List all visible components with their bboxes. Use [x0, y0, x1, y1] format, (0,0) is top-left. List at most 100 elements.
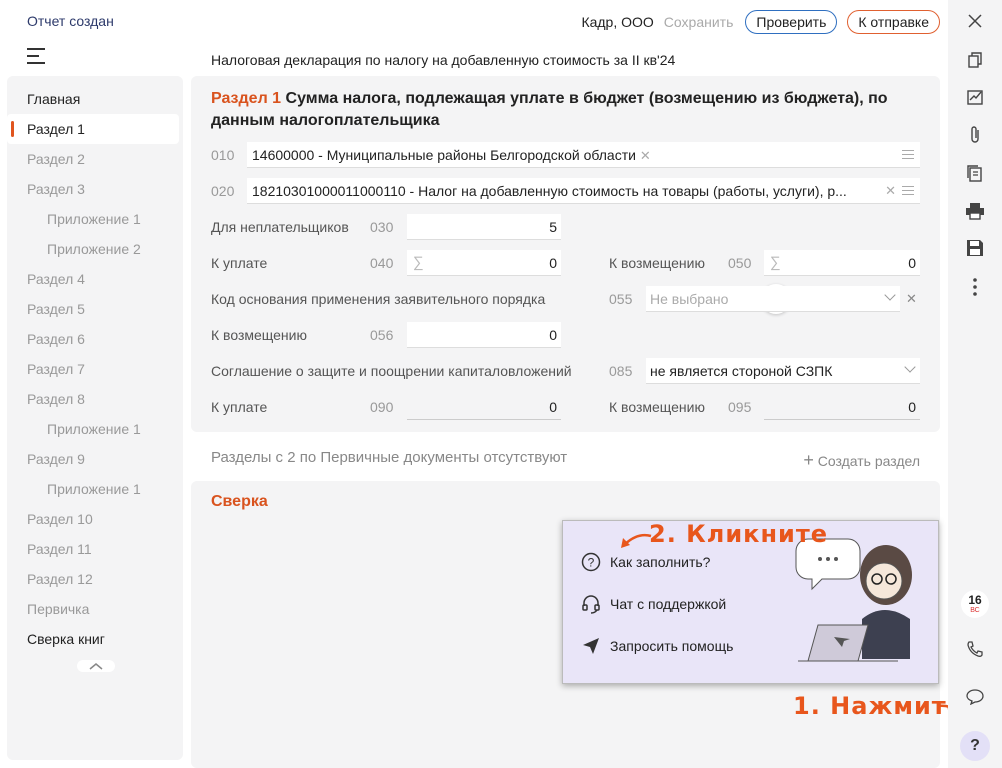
how-to-fill-label: Как заполнить? [610, 554, 711, 570]
support-chat-item[interactable]: Чат с поддержкой [580, 593, 726, 615]
field-056-input[interactable]: 0 [407, 322, 561, 348]
right-rail [948, 0, 1002, 768]
support-operator-illustration [795, 538, 912, 662]
support-chat-label: Чат с поддержкой [610, 596, 727, 612]
field-020-code: 020 [211, 183, 235, 199]
save-icon [967, 240, 983, 256]
sidebar-item[interactable]: Раздел 10 [7, 504, 183, 534]
sidebar-item[interactable]: Главная [7, 84, 183, 114]
chart-doc-button[interactable] [960, 82, 990, 112]
field-085-label: Соглашение о защите и поощрении капитало… [211, 363, 572, 379]
sidebar-item[interactable]: Раздел 4 [7, 264, 183, 294]
close-button[interactable] [960, 6, 990, 36]
sidebar-item[interactable]: Раздел 3 [7, 174, 183, 204]
headset-icon [580, 593, 602, 615]
check-button[interactable]: Проверить [745, 10, 838, 34]
chevron-up-icon [89, 663, 103, 670]
declaration-title: Налоговая декларация по налогу на добавл… [211, 52, 676, 68]
field-055-label: Код основания применения заявительного п… [211, 291, 546, 307]
sidebar-item[interactable]: Приложение 2 [7, 234, 183, 264]
field-010-input[interactable]: 14600000 - Муниципальные районы Белгород… [247, 142, 920, 168]
sidebar-item[interactable]: Раздел 1 [7, 114, 179, 144]
close-icon [968, 14, 982, 28]
sidebar-item[interactable]: Раздел 5 [7, 294, 183, 324]
field-055-placeholder: Не выбрано [650, 291, 729, 307]
question-circle-icon: ? [580, 551, 602, 573]
section1-number: Раздел 1 [211, 90, 282, 107]
more-button[interactable] [960, 272, 990, 302]
how-to-fill-item[interactable]: ? Как заполнить? [580, 551, 710, 573]
clear-icon[interactable]: ✕ [885, 178, 896, 203]
field-050-input[interactable]: ∑ 0 [764, 250, 920, 276]
field-020-input[interactable]: 18210301000011000110 - Налог на добавлен… [247, 178, 920, 204]
field-030-input[interactable]: 5 [407, 214, 561, 240]
field-040-label: К уплате [211, 255, 268, 271]
phone-button[interactable] [960, 634, 990, 664]
date-day: 16 [968, 593, 982, 607]
clear-icon[interactable]: ✕ [906, 291, 917, 307]
field-085-select[interactable]: не является стороной СЗПК [646, 358, 920, 384]
field-090-label: К уплате [211, 399, 268, 415]
collapse-sidebar-button[interactable] [77, 660, 115, 672]
chart-document-icon [967, 90, 983, 105]
field-010-code: 010 [211, 147, 235, 163]
field-010-value: 14600000 - Муниципальные районы Белгород… [252, 147, 636, 163]
sidebar-item[interactable]: Приложение 1 [7, 474, 183, 504]
documents-button[interactable] [960, 158, 990, 188]
field-020-value: 18210301000011000110 - Налог на добавлен… [252, 183, 847, 199]
hamburger-menu-icon[interactable] [27, 48, 47, 66]
help-button[interactable]: ? [960, 731, 990, 761]
clear-icon[interactable]: ✕ [640, 148, 651, 163]
svg-text:?: ? [588, 556, 595, 570]
top-bar: Отчет создан Кадр, ООО Сохранить Провери… [0, 0, 948, 44]
sidebar-nav: Главная Раздел 1 Раздел 2 Раздел 3 Приложени… [7, 84, 183, 654]
field-040-input[interactable]: ∑ 0 [407, 250, 561, 276]
field-090-value: 0 [549, 399, 557, 415]
copy-button[interactable] [960, 45, 990, 75]
save-disk-button[interactable] [960, 233, 990, 263]
field-055-code: 055 [609, 291, 633, 307]
field-050-code: 050 [728, 255, 752, 271]
sidebar-item[interactable]: Раздел 7 [7, 354, 183, 384]
sidebar-item[interactable]: Раздел 9 [7, 444, 183, 474]
send-button[interactable]: К отправке [847, 10, 940, 34]
sidebar-item[interactable]: Раздел 11 [7, 534, 183, 564]
print-button[interactable] [960, 196, 990, 226]
field-050-label: К возмещению [609, 255, 705, 271]
create-section-button[interactable]: + Создать раздел [803, 450, 920, 471]
list-icon[interactable] [902, 186, 914, 198]
sidebar-item[interactable]: Раздел 12 [7, 564, 183, 594]
list-icon[interactable] [902, 150, 914, 162]
field-056-label: К возмещению [211, 327, 307, 343]
field-040-value: 0 [549, 255, 557, 271]
annotation-step2: 2. Кликните [649, 520, 829, 548]
chevron-down-icon [904, 361, 916, 373]
sidebar-item[interactable]: Приложение 1 [7, 204, 183, 234]
field-056-code: 056 [370, 327, 394, 343]
request-help-label: Запросить помощь [610, 638, 734, 654]
save-button[interactable]: Сохранить [664, 14, 734, 30]
field-055-select[interactable]: Не выбрано [646, 286, 900, 312]
field-095-code: 095 [728, 399, 752, 415]
create-section-label: Создать раздел [817, 453, 920, 469]
field-095-input: 0 [764, 394, 920, 420]
sidebar-item[interactable]: Первичка [7, 594, 183, 624]
sidebar-item[interactable]: Раздел 2 [7, 144, 183, 174]
report-status: Отчет создан [27, 13, 114, 29]
request-help-item[interactable]: Запросить помощь [580, 635, 733, 657]
plus-icon: + [803, 450, 814, 470]
sidebar-item[interactable]: Приложение 1 [7, 414, 183, 444]
attach-button[interactable] [960, 120, 990, 150]
org-name[interactable]: Кадр, ООО [581, 14, 653, 30]
calendar-date-badge[interactable]: 16 ВС [961, 590, 989, 618]
field-030-value: 5 [549, 219, 557, 235]
field-095-value: 0 [908, 399, 916, 415]
phone-icon [967, 641, 983, 657]
chat-button[interactable] [960, 682, 990, 712]
sidebar-item[interactable]: Сверка книг [7, 624, 183, 654]
sidebar-item[interactable]: Раздел 8 [7, 384, 183, 414]
sverka-title: Сверка [211, 493, 268, 510]
field-095-label: К возмещению [609, 399, 705, 415]
arrow-left-icon [621, 533, 652, 548]
sidebar-item[interactable]: Раздел 6 [7, 324, 183, 354]
